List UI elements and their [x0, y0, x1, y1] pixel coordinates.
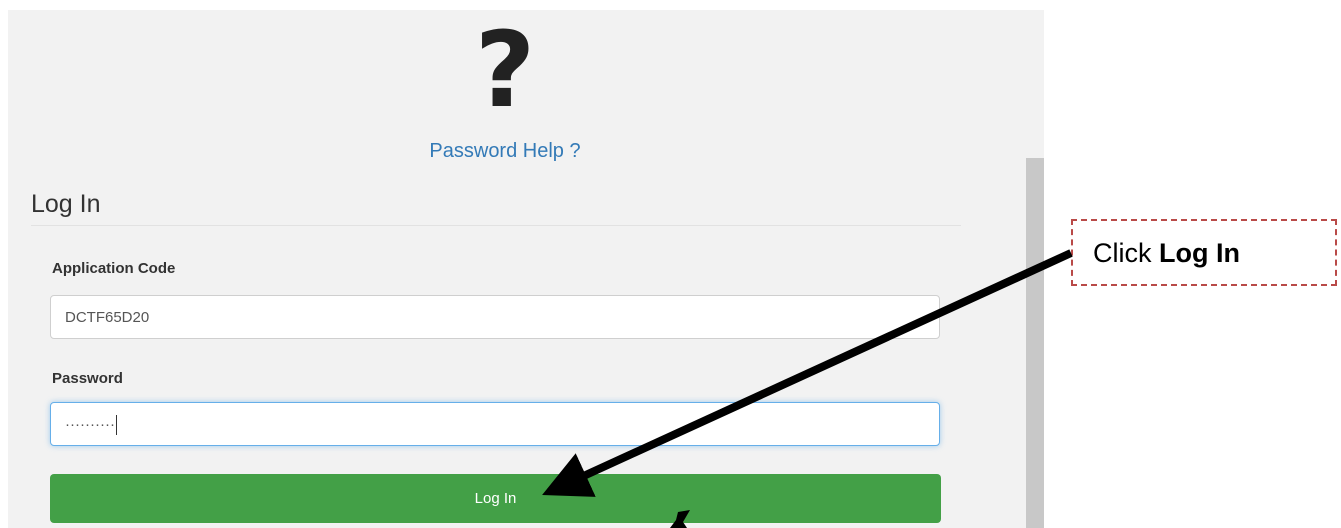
application-code-input[interactable]: DCTF65D20: [50, 295, 940, 339]
text-caret: [115, 415, 117, 436]
title-divider: [31, 225, 961, 226]
password-label: Password: [52, 370, 123, 387]
login-button[interactable]: Log In: [50, 474, 941, 523]
application-code-value: DCTF65D20: [65, 309, 150, 326]
application-code-label: Application Code: [52, 260, 176, 277]
callout-bold-text: Log In: [1159, 238, 1240, 268]
form-title: Log In: [31, 190, 101, 218]
vertical-scrollbar[interactable]: [1026, 158, 1044, 528]
password-masked-value: ··········: [65, 416, 115, 433]
password-help-link[interactable]: Password Help ?: [0, 140, 1010, 163]
password-input[interactable]: ··········: [50, 402, 940, 446]
instruction-callout: Click Log In: [1071, 219, 1337, 286]
question-mark-icon: ?: [474, 9, 536, 131]
callout-text: Click: [1093, 238, 1159, 268]
